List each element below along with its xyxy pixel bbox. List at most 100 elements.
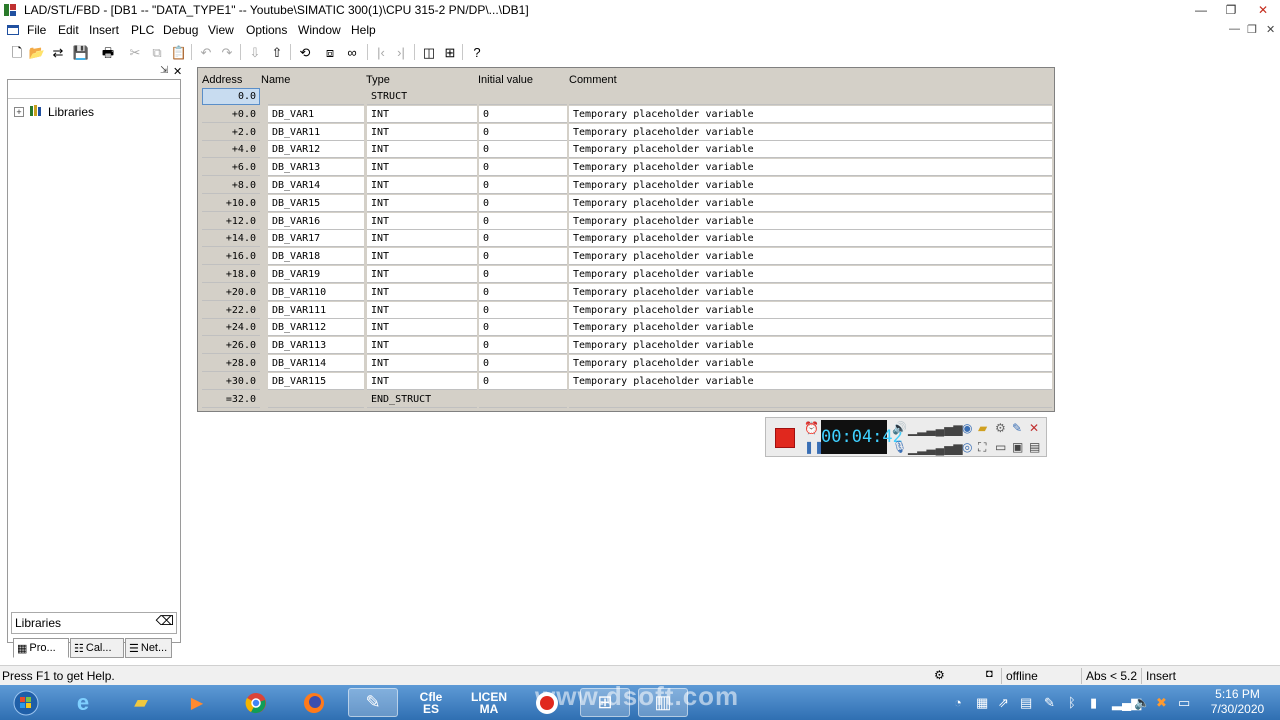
table-row[interactable]: +2.0 DB_VAR11 INT 0 Temporary placeholder va… [202,123,1052,141]
cell-name[interactable]: DB_VAR18 [268,248,364,266]
details-view-icon[interactable]: ⊞ [441,43,459,61]
taskbar-chrome[interactable] [231,688,281,717]
table-row[interactable]: +8.0 DB_VAR14 INT 0 Temporary placeholder va… [202,177,1052,194]
clear-field-icon[interactable]: ⌫ [156,613,174,629]
table-row[interactable]: +12.0 DB_VAR16 INT 0 Temporary placeholder v… [202,212,1052,230]
cell-comment[interactable]: Temporary placeholder variable [569,266,1052,283]
table-row[interactable]: +4.0 DB_VAR12 INT 0 Temporary placeholder va… [202,141,1052,159]
cell-name[interactable]: DB_VAR15 [268,194,364,212]
paste-icon[interactable]: 📋 [170,43,188,61]
draw-icon[interactable]: ✎ [1012,421,1022,435]
cell-comment[interactable]: Temporary placeholder variable [569,355,1052,372]
tray-battery-icon[interactable]: ▮ [1090,695,1097,711]
taskbar-license[interactable]: LICEN MA [464,688,514,717]
cell-comment[interactable]: Temporary placeholder variable [569,337,1052,355]
cell-type[interactable]: INT [367,319,477,337]
cell-type[interactable]: END_STRUCT [367,390,477,408]
cell-type[interactable]: INT [367,301,477,319]
cell-name[interactable]: DB_VAR11 [268,123,364,141]
webcam-icon[interactable]: ◉ [962,421,972,435]
glasses-monitor-icon[interactable]: ∞ [343,43,361,61]
folder-icon[interactable]: ▰ [978,421,987,435]
print-icon[interactable]: 🖶 [99,43,117,61]
monitor-icon[interactable]: ⟲ [296,43,314,61]
cell-comment[interactable]: Temporary placeholder variable [569,230,1052,248]
new-file-icon[interactable]: 🗋 [8,43,26,61]
cell-initial-value[interactable]: 0 [479,159,567,177]
cell-comment[interactable]: Temporary placeholder variable [569,105,1052,123]
cell-address[interactable]: +28.0 [202,355,260,372]
cell-name[interactable] [268,390,364,408]
table-row[interactable]: 0.0 STRUCT [202,88,1052,105]
cell-type[interactable]: INT [367,230,477,248]
tray-volume-icon[interactable]: 🔈 [1134,695,1150,711]
taskbar-cfle[interactable]: Cfle ES [406,688,456,717]
col-header-type[interactable]: Type [366,72,390,88]
taskbar-simatic-manager[interactable]: ⊞ [580,688,630,717]
close-button[interactable]: ✕ [1250,2,1276,18]
download-icon[interactable]: ⇩ [246,43,264,61]
cell-initial-value[interactable]: 0 [479,283,567,301]
cell-comment[interactable]: Temporary placeholder variable [569,319,1052,337]
cell-comment[interactable] [569,88,1052,105]
tray-firewall-icon[interactable]: ✖ [1156,695,1167,711]
taskbar-clock[interactable]: 5:16 PM 7/30/2020 [1200,687,1275,717]
cell-comment[interactable]: Temporary placeholder variable [569,159,1052,177]
cell-type[interactable]: INT [367,283,477,301]
menu-edit[interactable]: Edit [58,23,79,37]
cell-address[interactable]: +4.0 [202,141,260,159]
last-network-icon[interactable]: ›| [392,43,410,61]
cell-name[interactable] [268,88,364,105]
cell-initial-value[interactable]: 0 [479,319,567,337]
cell-address[interactable]: +16.0 [202,248,260,266]
cell-name[interactable]: DB_VAR1 [268,105,364,123]
cell-initial-value[interactable] [479,88,567,105]
cell-address[interactable]: +2.0 [202,124,260,141]
cell-address[interactable]: =32.0 [202,391,260,408]
cell-name[interactable]: DB_VAR14 [268,177,364,194]
cell-address[interactable]: +20.0 [202,284,260,301]
redo-icon[interactable]: ↷ [218,43,236,61]
tray-network-icon[interactable]: ▤ [1020,695,1032,711]
cell-name[interactable]: DB_VAR17 [268,230,364,248]
cell-comment[interactable]: Temporary placeholder variable [569,301,1052,319]
microphone-icon[interactable]: 🎙 [892,440,907,454]
table-row[interactable]: +26.0 DB_VAR113 INT 0 Temporary placeholder … [202,337,1052,355]
context-help-icon[interactable]: ? [468,43,486,61]
tray-language-icon[interactable]: ▦ [976,695,988,711]
cell-type[interactable]: INT [367,159,477,177]
speaker-icon[interactable]: 🔊 [892,421,907,435]
col-header-name[interactable]: Name [261,72,290,88]
cell-name[interactable]: DB_VAR111 [268,301,364,319]
cell-address[interactable]: +18.0 [202,266,260,283]
cell-comment[interactable]: Temporary placeholder variable [569,177,1052,194]
cell-address[interactable]: +22.0 [202,302,260,319]
cell-comment[interactable]: Temporary placeholder variable [569,141,1052,159]
cell-name[interactable]: DB_VAR13 [268,159,364,177]
copy-icon[interactable]: ⧉ [148,43,166,61]
cell-initial-value[interactable]: 0 [479,266,567,283]
mdi-minimize-button[interactable]: — [1229,23,1240,35]
cell-initial-value[interactable]: 0 [479,372,567,390]
alarm-clock-icon[interactable]: ⏰ [804,421,819,435]
taskbar-hw-config[interactable]: ▥ [638,688,688,717]
taskbar-firefox[interactable] [289,688,339,717]
tray-arrow-icon[interactable]: ⇗ [998,695,1009,711]
cell-type[interactable]: INT [367,248,477,266]
restore-button[interactable]: ❐ [1218,2,1244,18]
tab-call-structure[interactable]: ☷ Cal... [70,638,124,658]
window-capture-icon[interactable]: ▭ [995,440,1006,454]
menu-insert[interactable]: Insert [89,23,119,37]
cell-comment[interactable]: Temporary placeholder variable [569,194,1052,212]
table-row[interactable]: +28.0 DB_VAR114 INT 0 Temporary placeholder … [202,355,1052,372]
libraries-field[interactable]: Libraries ⌫ [11,612,177,634]
cell-address[interactable]: +26.0 [202,337,260,355]
taskbar-simatic-lad[interactable]: ✎ [348,688,398,717]
cell-type[interactable]: STRUCT [367,88,477,105]
cell-type[interactable]: INT [367,123,477,141]
mdi-close-button[interactable]: ✕ [1266,23,1275,36]
cell-type[interactable]: INT [367,355,477,372]
cell-name[interactable]: DB_VAR113 [268,337,364,355]
table-row[interactable]: =32.0 END_STRUCT [202,390,1052,408]
first-network-icon[interactable]: |‹ [372,43,390,61]
